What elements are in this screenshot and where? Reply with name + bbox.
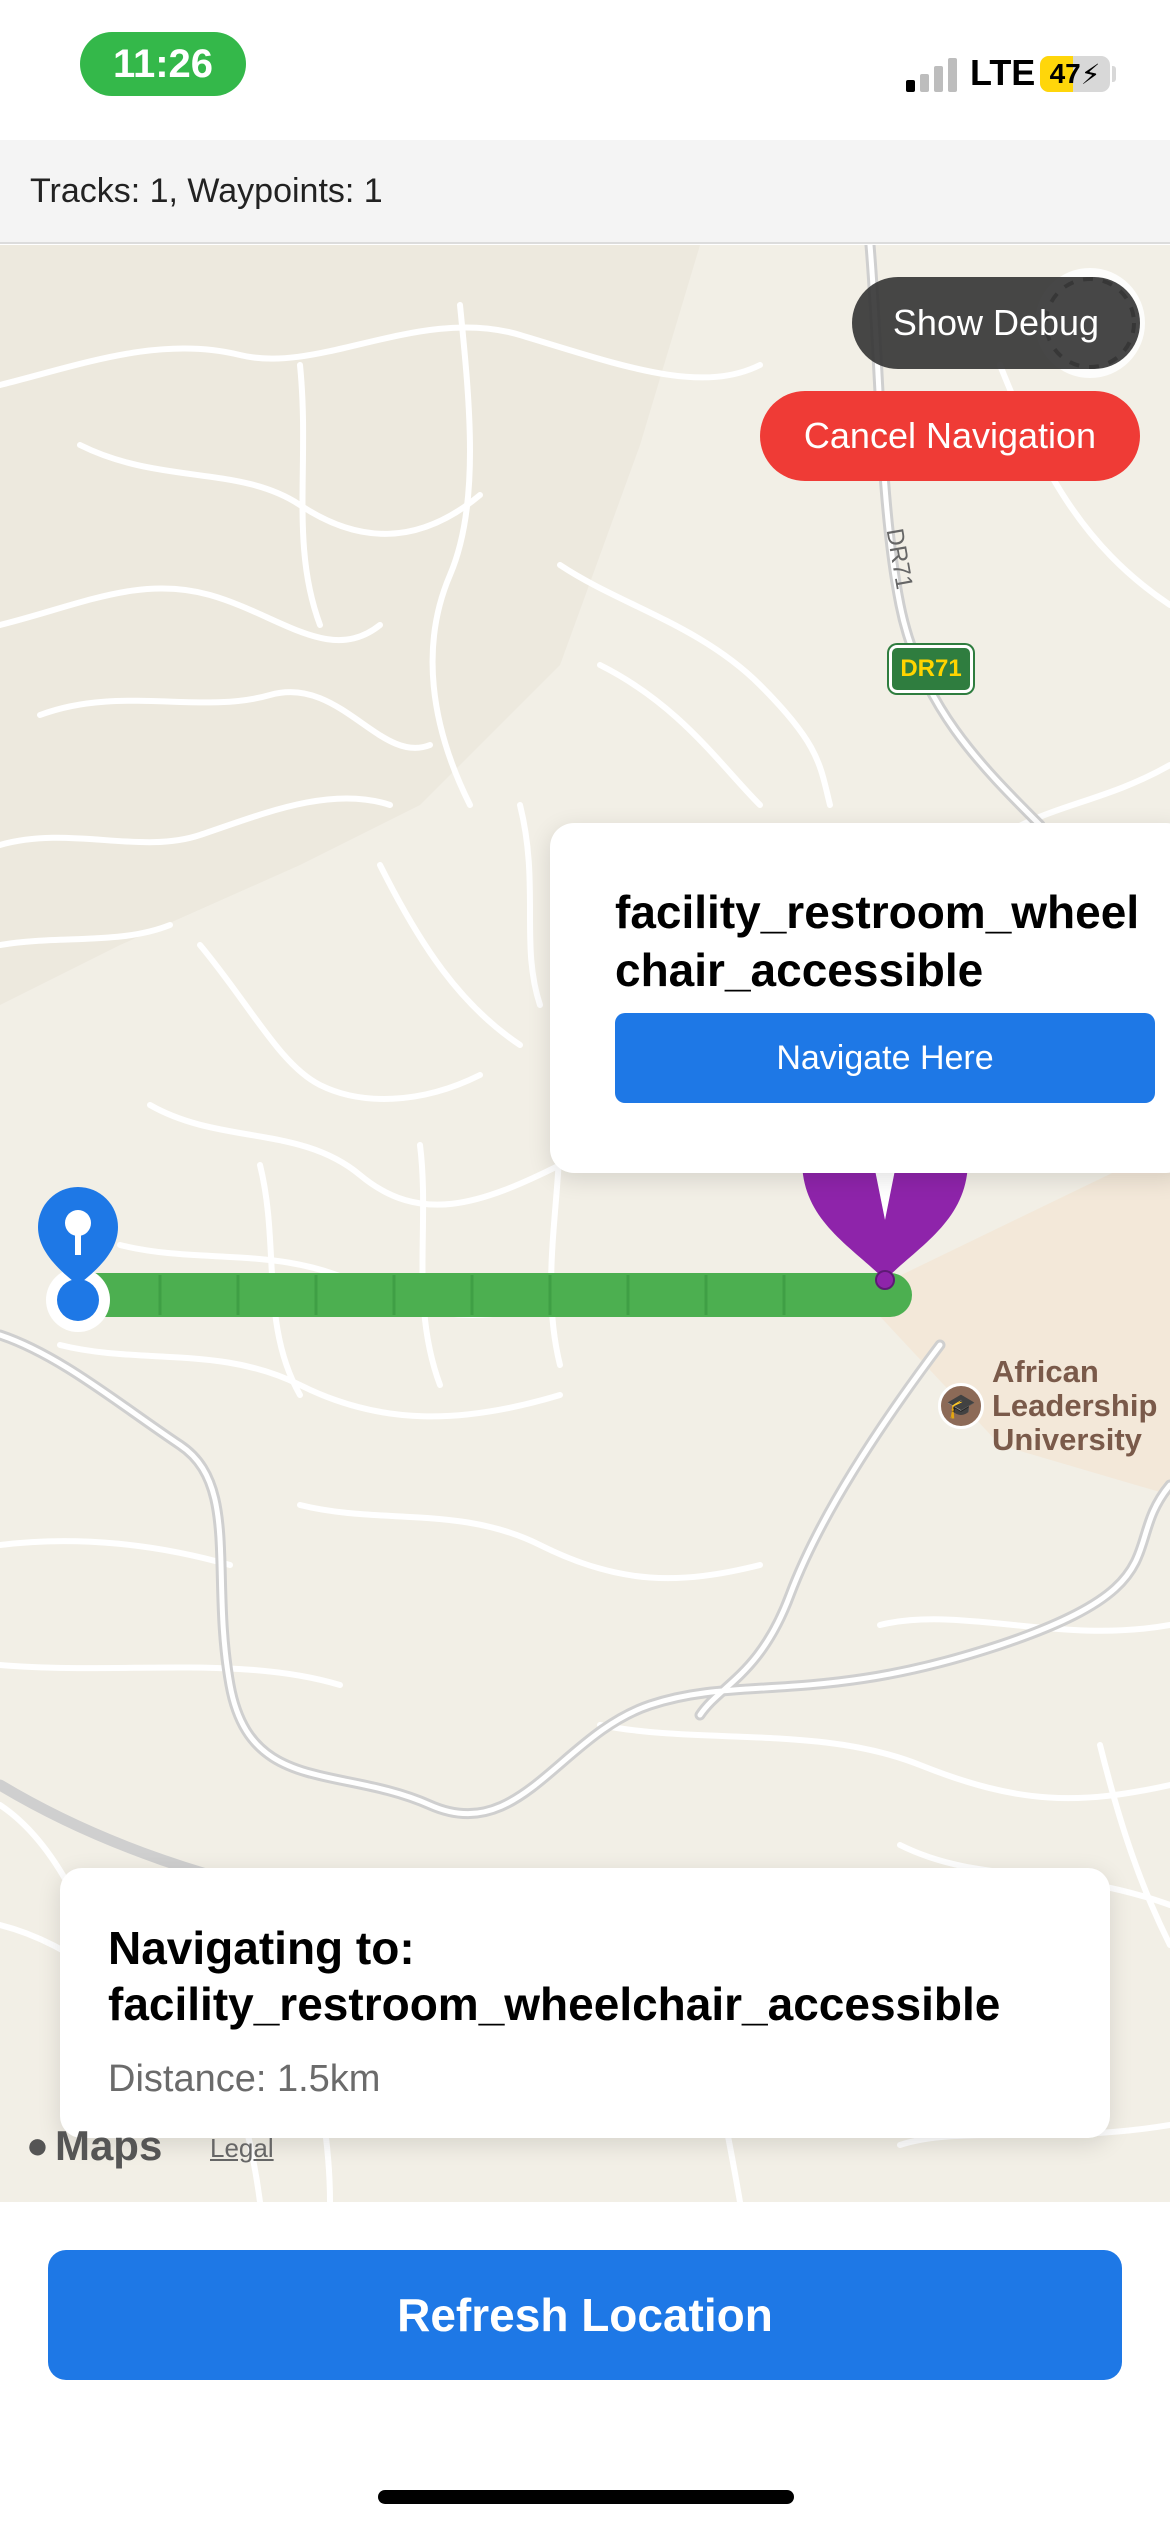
tracks-waypoints-bar: Tracks: 1, Waypoints: 1 <box>0 140 1170 244</box>
navigation-distance: Distance: 1.5km <box>108 2058 381 2100</box>
poi-popup: facility_restroom_wheelchair_accessible … <box>550 823 1170 1173</box>
tracks-waypoints-text: Tracks: 1, Waypoints: 1 <box>30 171 383 210</box>
poi-popup-title: facility_restroom_wheelchair_accessible <box>615 886 1140 996</box>
route-badge: DR71 <box>889 645 973 693</box>
apple-logo-icon: ● <box>26 2124 49 2167</box>
battery-level: 47 ⚡ <box>1049 58 1101 90</box>
refresh-location-button[interactable]: Refresh Location <box>48 2250 1122 2380</box>
show-debug-button[interactable]: Show Debug <box>852 277 1140 369</box>
navigate-here-button[interactable]: Navigate Here <box>615 1013 1155 1103</box>
network-type: LTE <box>970 52 1036 93</box>
graduation-cap-icon[interactable]: 🎓 <box>938 1383 984 1429</box>
cancel-navigation-button[interactable]: Cancel Navigation <box>760 391 1140 481</box>
route-line <box>56 1273 912 1317</box>
status-bar: 11:26 LTE 47 ⚡ <box>0 0 1170 140</box>
home-indicator[interactable] <box>378 2490 794 2504</box>
apple-maps-logo: ● Maps <box>26 2122 163 2169</box>
navigation-card: Navigating to: facility_restroom_wheelch… <box>60 1868 1110 2138</box>
poi-label-african-leadership-university[interactable]: African Leadership University <box>992 1355 1157 1457</box>
battery-icon: 47 ⚡ <box>1040 56 1110 92</box>
status-time: 11:26 <box>80 32 246 96</box>
map-view[interactable]: Show Debug Cancel Navigation DR71 DR71 f… <box>0 245 1170 2202</box>
cellular-signal-icon <box>906 56 958 92</box>
start-pin-icon[interactable] <box>38 1187 118 1332</box>
legal-link[interactable]: Legal <box>210 2133 274 2164</box>
navigation-title: Navigating to: facility_restroom_wheelch… <box>108 1922 1001 2030</box>
